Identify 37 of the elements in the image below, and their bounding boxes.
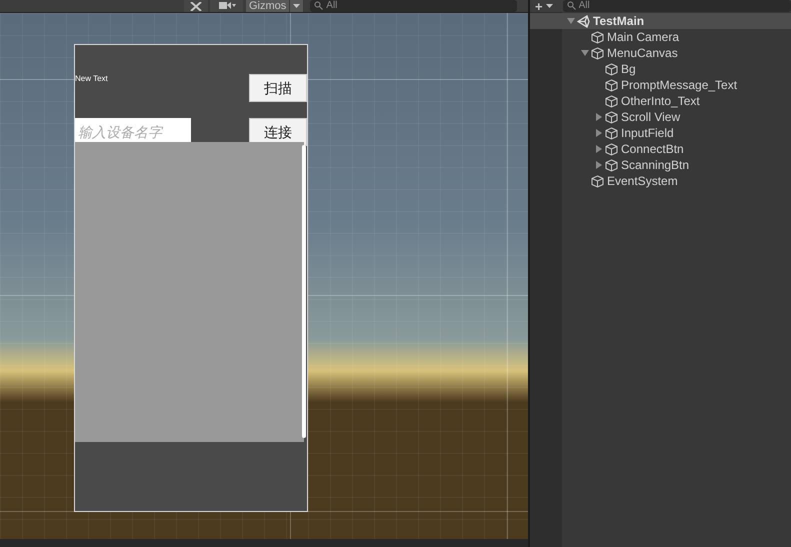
cube-icon [605,158,618,172]
hierarchy-item[interactable]: ConnectBtn [530,141,791,157]
cube-icon [605,78,618,92]
cube-icon [605,62,618,76]
hierarchy-item[interactable]: PromptMessage_Text [530,77,791,93]
search-icon [314,1,324,10]
hierarchy-item[interactable]: Scroll View [530,109,791,125]
unity-logo-icon [577,14,590,28]
scan-button[interactable]: 扫描 [249,74,307,102]
hierarchy-item[interactable]: MenuCanvas [530,45,791,61]
cube-icon [591,174,604,188]
cube-icon [591,30,604,44]
hierarchy-item[interactable]: OtherInto_Text [530,93,791,109]
cube-icon [605,110,618,124]
expanded-arrow-icon[interactable] [580,49,588,57]
search-field[interactable]: All [310,0,518,12]
cube-icon [591,46,604,60]
tools-icon[interactable] [190,2,202,10]
new-text-label: New Text [75,74,108,84]
dropdown-caret-icon[interactable] [293,4,300,8]
gizmos-button[interactable]: Gizmos [246,0,290,12]
cube-icon [605,126,618,140]
hierarchy-item[interactable]: Main Camera [530,29,791,45]
hierarchy-item[interactable]: EventSystem [530,173,791,189]
hierarchy-item[interactable]: Bg [530,61,791,77]
hierarchy-item[interactable]: ScanningBtn [530,157,791,173]
search-field[interactable]: All [562,0,791,12]
dropdown-caret-icon[interactable] [546,4,553,8]
hierarchy-item[interactable]: TestMain [530,13,791,29]
add-button[interactable]: + [535,0,543,12]
cube-icon [605,142,618,156]
search-icon [566,1,576,10]
camera-icon[interactable] [218,2,236,10]
scrollbar[interactable] [302,145,306,438]
cube-icon [605,94,618,108]
hierarchy-item[interactable]: InputField [530,125,791,141]
expanded-arrow-icon[interactable] [566,17,574,25]
